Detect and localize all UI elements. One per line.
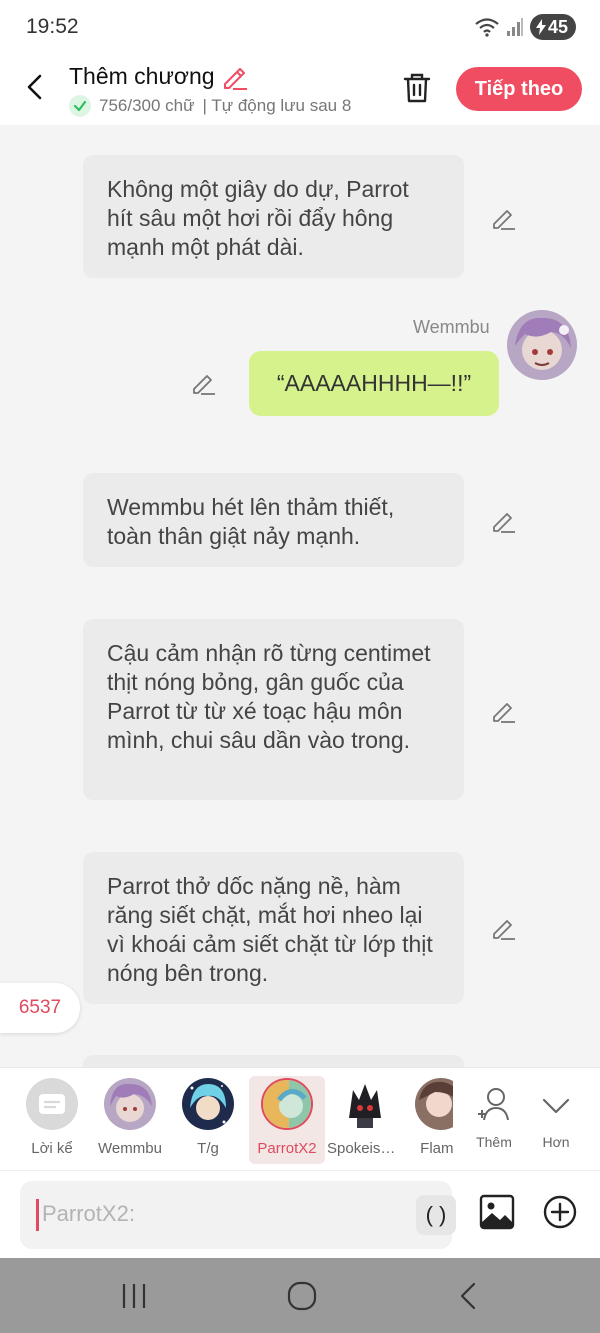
character-narrator[interactable]: Lời kể	[14, 1076, 90, 1164]
battery-level: 45	[547, 16, 568, 37]
header: Thêm chương 756/300 chữ | Tự động lưu sa…	[0, 55, 600, 125]
speech-bubble[interactable]: “AAAAAHHHH—!!”	[249, 351, 499, 416]
page-title: Thêm chương	[69, 63, 249, 90]
narration-bubble[interactable]: Cậu cảm nhận rõ từng centimet thịt nóng …	[83, 619, 464, 800]
status-time: 19:52	[26, 15, 79, 38]
narration-bubble-partial[interactable]	[83, 1055, 464, 1067]
avatar	[261, 1078, 313, 1130]
title-text: Thêm chương	[69, 63, 215, 89]
message-input[interactable]: ParrotX2: ( )	[20, 1181, 456, 1249]
character-name: ParrotX2	[257, 1140, 317, 1157]
character-flame[interactable]: Flame	[403, 1076, 453, 1164]
narration-text: Cậu cảm nhận rõ từng centimet thịt nóng …	[107, 640, 431, 753]
chevron-down-icon	[542, 1098, 570, 1114]
avatar	[339, 1078, 391, 1130]
trash-icon[interactable]	[400, 71, 434, 105]
add-user-icon	[478, 1088, 509, 1121]
text-caret	[36, 1199, 39, 1231]
check-icon	[69, 95, 91, 117]
charging-icon	[535, 19, 546, 35]
character-name: T/g	[197, 1140, 219, 1157]
input-text: ParrotX2:	[42, 1201, 135, 1226]
add-icon[interactable]	[543, 1195, 577, 1229]
speech-text: “AAAAAHHHH—!!”	[276, 370, 472, 396]
narrator-icon	[26, 1078, 78, 1130]
character-tg[interactable]: T/g	[170, 1076, 246, 1164]
system-nav-bar	[0, 1258, 600, 1333]
edit-message-icon[interactable]	[190, 370, 216, 396]
speaker-name: Wemmbu	[413, 317, 490, 337]
signal-icon	[506, 18, 523, 36]
narration-text: Wemmbu hét lên thảm thiết, toàn thân giậ…	[107, 494, 395, 549]
expand-button[interactable]: Hơn	[518, 1076, 594, 1164]
narration-text: Không một giây do dự, Parrot hít sâu một…	[107, 176, 409, 260]
edit-message-icon[interactable]	[490, 508, 516, 534]
parentheses-button[interactable]: ( )	[416, 1195, 456, 1235]
wifi-icon	[475, 18, 499, 37]
back-arrow-icon[interactable]	[20, 69, 52, 105]
narration-bubble[interactable]: Không một giây do dự, Parrot hít sâu một…	[83, 155, 464, 278]
character-name: Lời kể	[31, 1140, 73, 1157]
status-bar: 19:52 45	[0, 0, 600, 55]
image-icon[interactable]	[478, 1193, 516, 1231]
home-icon[interactable]	[282, 1280, 322, 1312]
expand-label: Hơn	[542, 1134, 570, 1150]
character-parrotx2[interactable]: ParrotX2	[249, 1076, 325, 1164]
avatar	[415, 1078, 453, 1130]
avatar	[104, 1078, 156, 1130]
status-icons: 45	[474, 14, 576, 40]
edit-message-icon[interactable]	[490, 698, 516, 724]
chat-area[interactable]: Không một giây do dự, Parrot hít sâu một…	[0, 125, 600, 1067]
narration-text: Parrot thở dốc nặng nề, hàm răng siết ch…	[107, 873, 433, 986]
input-bar: ParrotX2: ( )	[0, 1170, 600, 1258]
character-name: Wemmbu	[98, 1140, 162, 1157]
back-icon[interactable]	[450, 1280, 490, 1312]
character-spokeish[interactable]: SpokeisH...	[327, 1076, 403, 1164]
edit-title-icon[interactable]	[221, 64, 249, 90]
narration-bubble[interactable]: Parrot thở dốc nặng nề, hàm răng siết ch…	[83, 852, 464, 1004]
character-name: SpokeisH...	[327, 1140, 403, 1157]
narration-bubble[interactable]: Wemmbu hét lên thảm thiết, toàn thân giậ…	[83, 473, 464, 567]
avatar	[182, 1078, 234, 1130]
next-button[interactable]: Tiếp theo	[456, 67, 582, 111]
character-bar: Lời kể Wemmbu T/g ParrotX2 SpokeisH... F…	[0, 1067, 600, 1170]
count-badge[interactable]: 6537	[0, 983, 80, 1033]
save-status: 756/300 chữ | Tự động lưu sau 8	[69, 95, 374, 117]
edit-message-icon[interactable]	[490, 205, 516, 231]
recent-apps-icon[interactable]	[114, 1280, 154, 1312]
battery-indicator: 45	[529, 14, 576, 40]
character-name: Flame	[420, 1140, 453, 1157]
character-wemmbu[interactable]: Wemmbu	[92, 1076, 168, 1164]
edit-message-icon[interactable]	[490, 915, 516, 941]
autosave-text: | Tự động lưu sau 8	[202, 96, 352, 115]
word-count: 756/300 chữ	[99, 96, 195, 115]
avatar[interactable]	[507, 310, 577, 380]
